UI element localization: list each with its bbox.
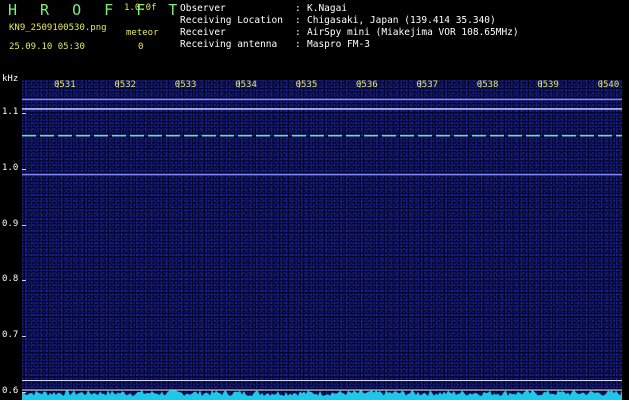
info-value: AirSpy mini (Miakejima VOR 108.65MHz) — [307, 27, 519, 38]
time-label: 0533 — [174, 80, 197, 90]
timestamp-label: 25.09.10 05:30 — [9, 42, 85, 52]
frequency-tick — [22, 336, 26, 337]
info-separator: : — [295, 15, 301, 26]
meteor-label: meteor — [126, 28, 159, 38]
spectrogram-svg — [22, 80, 622, 400]
time-label: 0532 — [114, 80, 137, 90]
time-label: 0538 — [476, 80, 499, 90]
info-separator: : — [295, 27, 301, 38]
frequency-tick — [22, 113, 26, 115]
info-row-antenna: Receiving antenna: Maspro FM-3 — [180, 39, 370, 50]
frequency-label: 0.9 — [2, 218, 19, 229]
info-key: Receiver — [180, 27, 226, 38]
frequency-tick — [22, 280, 26, 282]
frequency-label: 0.7 — [2, 330, 19, 340]
time-label: 0540 — [597, 80, 620, 90]
info-key: Observer — [180, 3, 226, 14]
info-value: Chigasaki, Japan (139.414 35.340) — [307, 15, 496, 26]
frequency-tick — [22, 224, 26, 226]
meteor-count: 0 — [138, 42, 144, 52]
info-row-observer: Observer: K.Nagai — [180, 3, 347, 14]
time-label: 0531 — [54, 80, 76, 90]
frequency-label: 1.1 — [2, 107, 19, 118]
app-title: H R O F F T — [8, 1, 185, 19]
info-row-location: Receiving Location: Chigasaki, Japan (139… — [180, 15, 496, 26]
info-key: Receiving Location — [180, 15, 283, 26]
time-label: 0537 — [416, 80, 439, 90]
frequency-label: 0.6 — [2, 385, 19, 396]
time-label: 0536 — [356, 80, 378, 90]
time-label: 0535 — [295, 80, 318, 90]
version-label: 1.0.0f — [124, 3, 157, 13]
spectrum-trace — [22, 390, 622, 400]
frequency-tick — [22, 169, 26, 171]
filename-label: KN9_2509100530.png — [9, 23, 107, 33]
spectrogram-plot — [22, 80, 622, 400]
frequency-label: 1.0 — [2, 163, 19, 174]
info-row-receiver: Receiver: AirSpy mini (Miakejima VOR 108.… — [180, 27, 519, 38]
time-label: 0534 — [235, 80, 257, 90]
time-label: 0539 — [537, 80, 559, 90]
info-separator: : — [295, 39, 301, 50]
frequency-tick — [22, 391, 26, 393]
info-key: Receiving antenna — [180, 39, 278, 50]
info-value: K.Nagai — [307, 3, 348, 14]
info-value: Maspro FM-3 — [307, 39, 370, 50]
unit-label: kHz — [2, 74, 19, 84]
info-separator: : — [295, 3, 301, 14]
frequency-label: 0.8 — [2, 274, 19, 285]
